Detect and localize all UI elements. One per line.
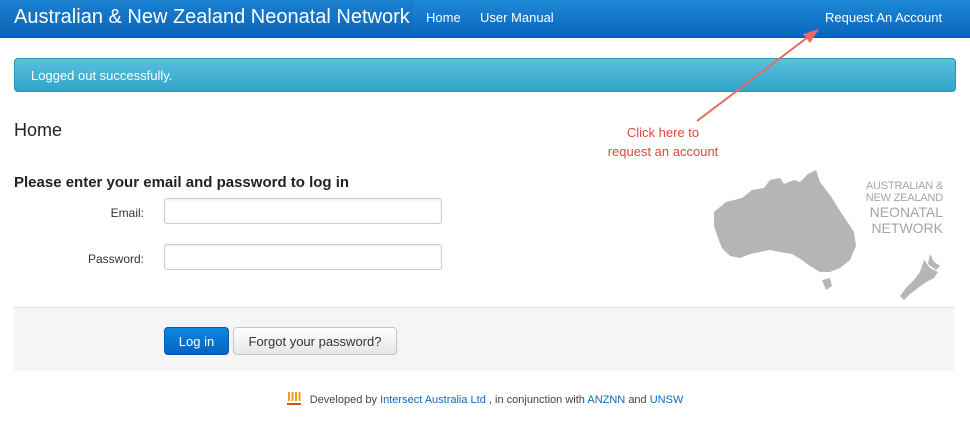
annotation-line-1: Click here to bbox=[626, 125, 700, 140]
footer: Developed by Intersect Australia Ltd , i… bbox=[0, 391, 970, 406]
login-button[interactable]: Log in bbox=[164, 327, 229, 355]
logo-text-line-1: AUSTRALIAN & bbox=[865, 180, 943, 192]
password-label: Password: bbox=[87, 252, 144, 266]
footer-and: and bbox=[628, 394, 647, 406]
email-field[interactable] bbox=[164, 198, 442, 224]
logo-text-line-2: NEW ZEALAND bbox=[865, 192, 943, 204]
logo-text-line-4: NETWORK bbox=[871, 220, 943, 236]
form-actions: Log in Forgot your password? bbox=[14, 307, 954, 371]
annotation-line-2: request an account bbox=[607, 144, 719, 159]
request-account-annotation: Click here to request an account bbox=[588, 123, 738, 161]
footer-prefix: Developed by bbox=[309, 394, 377, 406]
logo-text-line-3: NEONATAL bbox=[869, 204, 943, 220]
anznn-link[interactable]: ANZNN bbox=[587, 394, 625, 406]
unsw-link[interactable]: UNSW bbox=[650, 394, 684, 406]
intersect-link[interactable]: Intersect Australia Ltd bbox=[380, 394, 486, 406]
password-field[interactable] bbox=[164, 244, 442, 270]
intersect-logo-icon bbox=[286, 392, 301, 405]
footer-middle: , in conjunction with bbox=[488, 394, 585, 406]
forgot-password-button[interactable]: Forgot your password? bbox=[233, 327, 397, 355]
login-form-heading: Please enter your email and password to … bbox=[14, 174, 350, 191]
email-label: Email: bbox=[110, 206, 144, 220]
